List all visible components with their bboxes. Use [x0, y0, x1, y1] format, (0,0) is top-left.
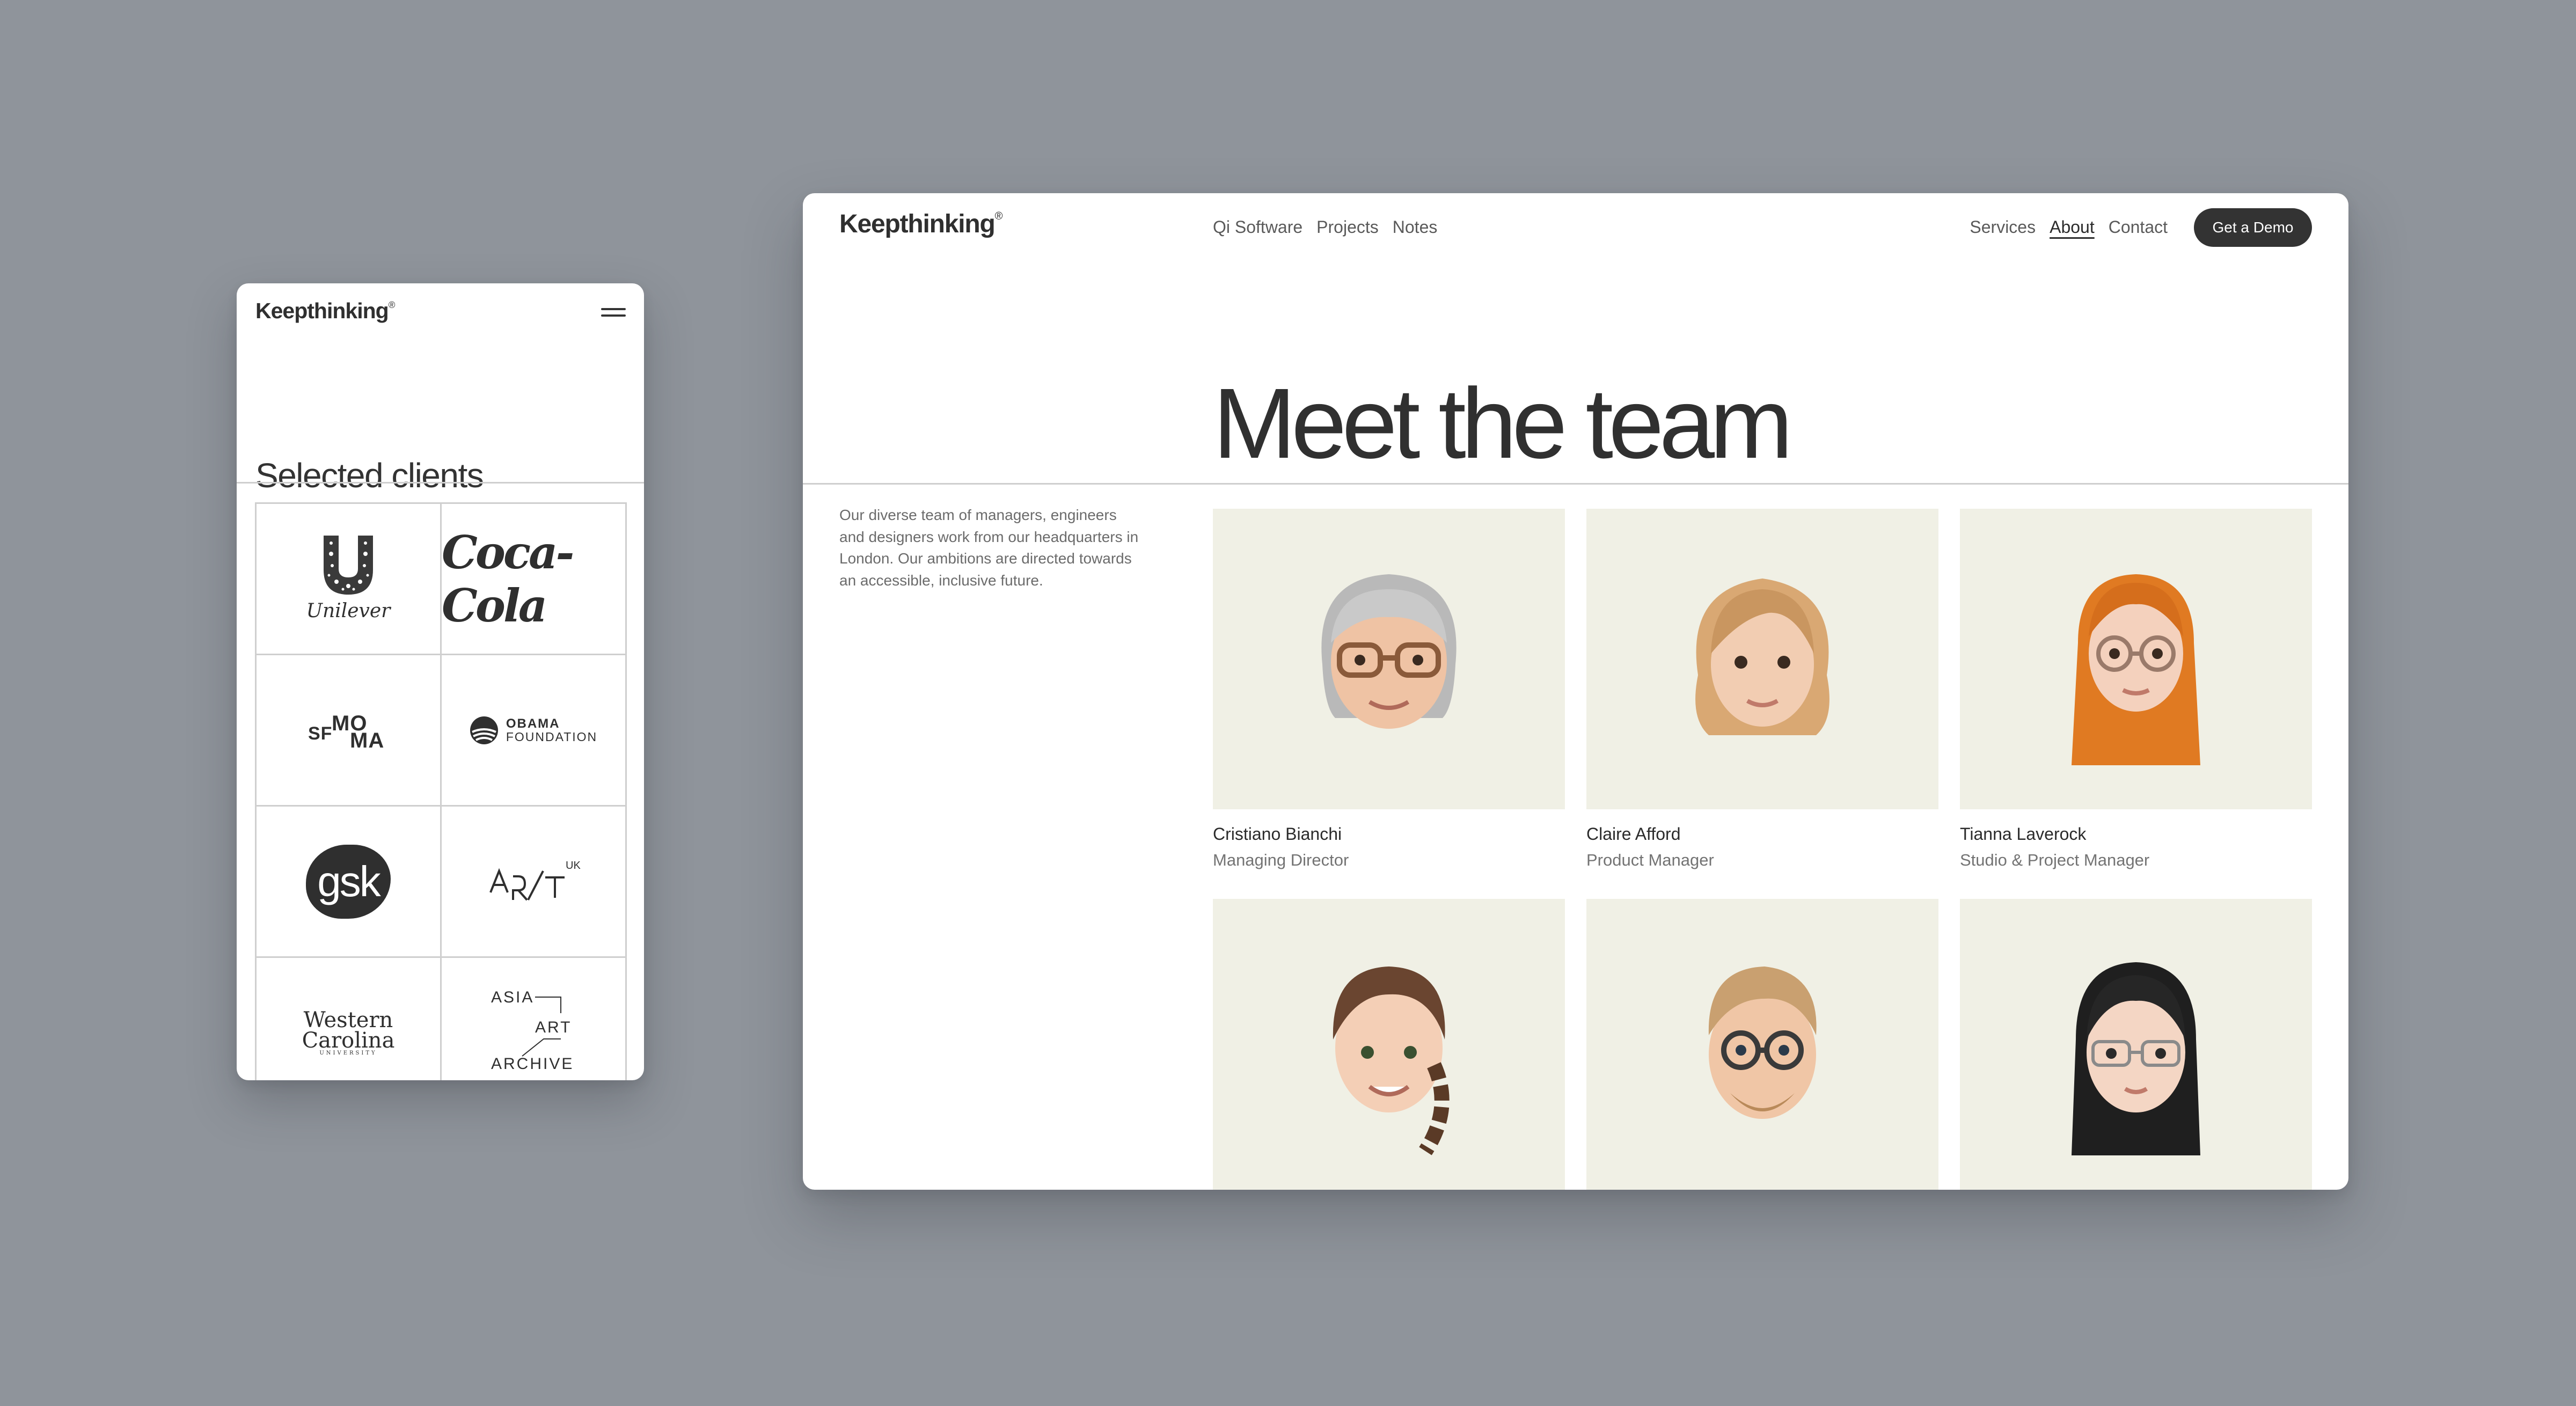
nav-contact[interactable]: Contact [2109, 217, 2168, 237]
nav-projects[interactable]: Projects [1316, 217, 1379, 237]
client-logo-grid: Unilever Coca-Cola SF MO MA OBAMA FOUNDA… [255, 502, 627, 1080]
desktop-logo[interactable]: Keepthinking® [839, 209, 1002, 239]
secondary-nav: Services About Contact [1970, 217, 2168, 237]
client-unilever: Unilever [257, 504, 442, 655]
client-asia-art-archive: ASIA ART ARCHIVE [442, 958, 627, 1080]
avatar [1213, 899, 1565, 1190]
unilever-logo-icon [320, 536, 376, 595]
client-sfmoma: SF MO MA [257, 655, 442, 807]
member-role: Studio & Project Manager [1960, 851, 2150, 869]
desktop-mockup: Keepthinking® Qi Software Projects Notes… [803, 193, 2348, 1190]
coca-cola-wordmark: Coca-Cola [442, 525, 574, 632]
member-name: Tianna Laverock [1960, 824, 2087, 844]
team-member-card[interactable]: Tianna Laverock Studio & Project Manager [1960, 509, 2312, 870]
avatar [1586, 509, 1938, 809]
nav-about[interactable]: About [2050, 217, 2095, 237]
nav-notes[interactable]: Notes [1393, 217, 1438, 237]
team-member-card[interactable]: Cristiano Bianchi Managing Director [1213, 509, 1565, 870]
client-obama-foundation: OBAMA FOUNDATION [442, 655, 627, 807]
member-role: Managing Director [1213, 851, 1349, 869]
primary-nav: Qi Software Projects Notes [1213, 217, 1437, 237]
team-intro-text: Our diverse team of managers, engineers … [839, 507, 1139, 589]
team-grid: Cristiano Bianchi Managing Director Clai… [1213, 509, 2312, 1190]
get-a-demo-button[interactable]: Get a Demo [2194, 208, 2312, 247]
western-carolina-logo: Western Carolina UNIVERSITY [302, 1007, 395, 1056]
team-member-card[interactable] [1960, 899, 2312, 1190]
sfmoma-logo: SF MO MA [308, 711, 385, 752]
selected-clients-heading: Selected clients [255, 456, 484, 495]
member-name: Cristiano Bianchi [1213, 824, 1342, 844]
team-member-card[interactable] [1586, 899, 1938, 1190]
client-western-carolina: Western Carolina UNIVERSITY [257, 958, 442, 1080]
avatar [1960, 899, 2312, 1190]
team-member-card[interactable]: Claire Afford Product Manager [1586, 509, 1938, 870]
avatar [1586, 899, 1938, 1190]
obama-foundation-logo-icon [470, 716, 498, 744]
unilever-wordmark: Unilever [306, 600, 391, 622]
hamburger-menu-icon[interactable] [601, 307, 626, 319]
art-uk-logo: UK [485, 855, 582, 909]
mobile-logo[interactable]: Keepthinking® [255, 298, 395, 324]
member-role: Product Manager [1586, 851, 1714, 869]
client-gsk: gsk [257, 807, 442, 958]
nav-qi-software[interactable]: Qi Software [1213, 217, 1302, 237]
gsk-logo: gsk [306, 844, 391, 919]
asia-art-archive-logo: ASIA ART ARCHIVE [491, 988, 574, 1073]
client-art-uk: UK [442, 807, 627, 958]
client-coca-cola: Coca-Cola [442, 504, 627, 655]
svg-text:UK: UK [566, 860, 581, 872]
avatar [1213, 509, 1565, 809]
divider [803, 483, 2348, 485]
obama-foundation-wordmark: OBAMA FOUNDATION [506, 716, 598, 744]
avatar [1960, 509, 2312, 809]
divider [237, 482, 644, 484]
page-title: Meet the team [1213, 368, 1793, 479]
member-name: Claire Afford [1586, 824, 1681, 844]
team-member-card[interactable] [1213, 899, 1565, 1190]
nav-services[interactable]: Services [1970, 217, 2036, 237]
mobile-mockup: Keepthinking® Selected clients Unilever … [237, 283, 644, 1080]
